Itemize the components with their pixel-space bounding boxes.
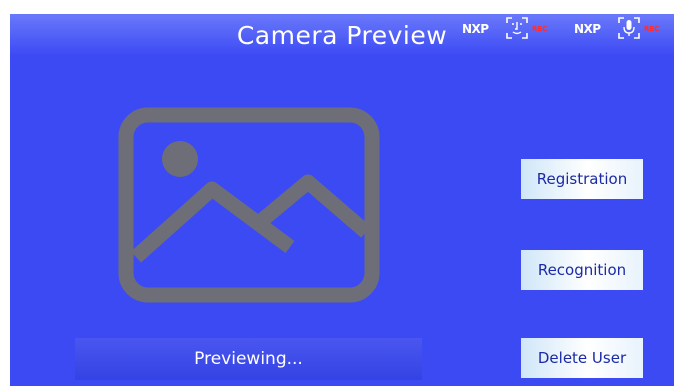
delete-user-button[interactable]: Delete User bbox=[521, 338, 643, 378]
recognition-button[interactable]: Recognition bbox=[521, 250, 643, 290]
status-bar: Previewing... bbox=[75, 338, 422, 380]
rec-label: REC bbox=[644, 25, 660, 33]
camera-preview-screen: Camera Preview NXP REC NXP REC Registrat… bbox=[10, 14, 674, 386]
nxp-logo: NXP bbox=[462, 22, 489, 36]
nxp-logo: NXP bbox=[574, 22, 601, 36]
rec-label: REC bbox=[532, 25, 548, 33]
image-placeholder-icon bbox=[118, 107, 380, 303]
registration-button[interactable]: Registration bbox=[521, 159, 643, 199]
page-title: Camera Preview bbox=[236, 20, 448, 50]
status-text: Previewing... bbox=[194, 349, 303, 369]
face-scan-icon bbox=[506, 17, 528, 39]
microphone-icon bbox=[618, 17, 640, 39]
